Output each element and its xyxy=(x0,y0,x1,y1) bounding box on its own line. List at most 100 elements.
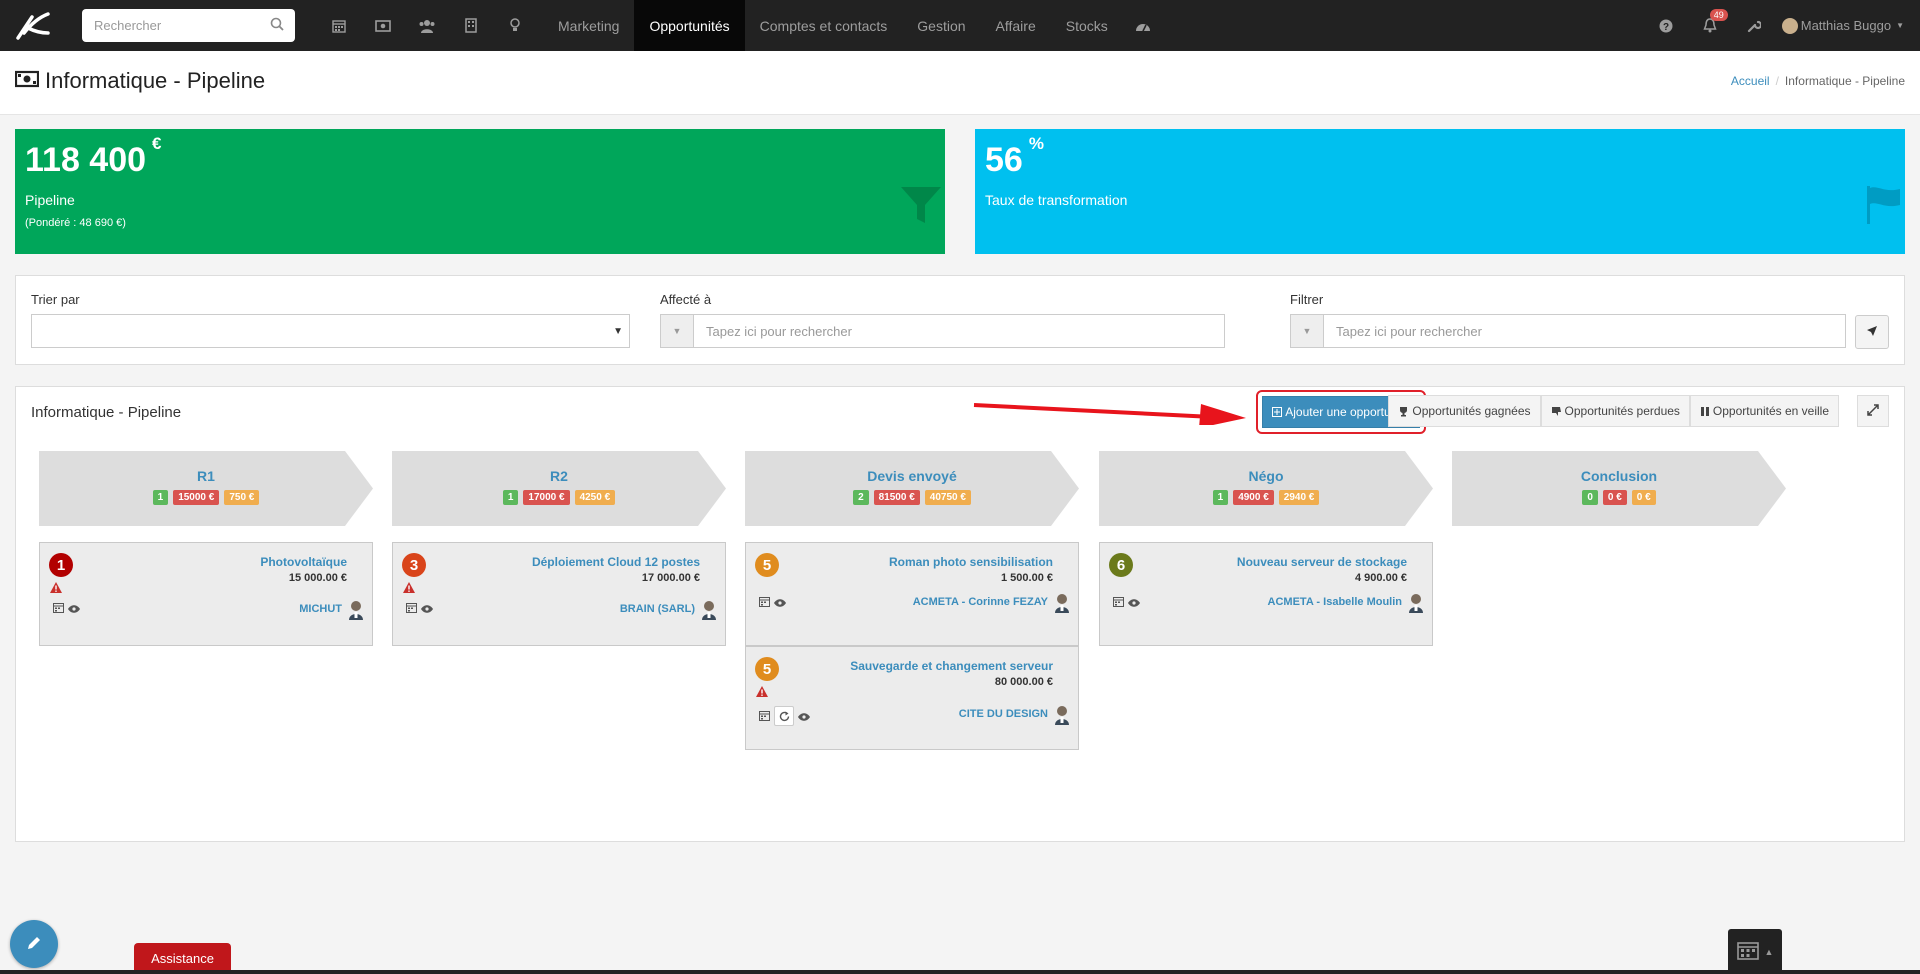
lightbulb-icon[interactable] xyxy=(493,0,537,51)
sort-select[interactable]: ▼ xyxy=(31,314,630,348)
calendar-icon[interactable] xyxy=(317,0,361,51)
nav-link-opportunites[interactable]: Opportunités xyxy=(634,0,745,51)
money-icon[interactable] xyxy=(361,0,405,51)
stage-badges: 1 15000 € 750 € xyxy=(39,490,373,505)
calendar-icon[interactable] xyxy=(759,709,770,724)
wrench-icon[interactable] xyxy=(1732,0,1776,51)
opportunity-title[interactable]: Sauvegarde et changement serveur xyxy=(850,659,1053,673)
opportunity-card[interactable]: 5 Roman photo sensibilisation 1 500.00 €… xyxy=(745,542,1079,646)
opportunity-title[interactable]: Nouveau serveur de stockage xyxy=(1237,555,1407,569)
stage-amount-badge: 0 € xyxy=(1602,490,1627,505)
opportunity-filter-buttons: Opportunités gagnées Opportunités perdue… xyxy=(1388,395,1839,427)
edit-fab-button[interactable] xyxy=(10,920,58,968)
assigned-search-input[interactable]: Tapez ici pour rechercher xyxy=(694,314,1225,348)
expand-button[interactable] xyxy=(1857,395,1889,427)
filter-label: Filtrer xyxy=(1290,292,1324,307)
stage-count-badge: 1 xyxy=(1212,490,1229,505)
breadcrumb-current: Informatique - Pipeline xyxy=(1784,74,1905,88)
opportunity-title[interactable]: Roman photo sensibilisation xyxy=(889,555,1053,569)
stage-weighted-badge: 4250 € xyxy=(574,490,616,505)
opportunity-amount: 80 000.00 € xyxy=(994,676,1053,688)
eye-icon[interactable] xyxy=(774,595,786,610)
nav-link-gestion[interactable]: Gestion xyxy=(902,0,980,51)
eye-icon[interactable] xyxy=(1128,595,1140,610)
stage-badges: 2 81500 € 40750 € xyxy=(745,490,1079,505)
chevron-up-icon: ▲ xyxy=(1764,946,1774,957)
calendar-icon[interactable] xyxy=(406,601,417,616)
opportunity-card[interactable]: 1 Photovoltaïque 15 000.00 € MICHUT xyxy=(39,542,373,646)
calendar-icon xyxy=(1736,940,1759,963)
flag-icon xyxy=(1866,185,1902,228)
sort-label: Trier par xyxy=(31,292,80,307)
notification-count-badge: 49 xyxy=(1709,9,1728,21)
caret-down-icon: ▼ xyxy=(1896,21,1904,30)
lost-opportunities-button[interactable]: Opportunités perdues xyxy=(1540,395,1690,427)
stage-badges: 1 17000 € 4250 € xyxy=(392,490,726,505)
help-icon[interactable]: ? xyxy=(1644,0,1688,51)
standby-opportunities-button[interactable]: Opportunités en veille xyxy=(1689,395,1839,427)
trophy-icon xyxy=(1400,406,1408,416)
stage-count-badge: 1 xyxy=(502,490,519,505)
building-icon[interactable] xyxy=(449,0,493,51)
page-header: Informatique - Pipeline Accueil / Informat… xyxy=(0,51,1920,115)
global-search[interactable] xyxy=(82,9,295,42)
person-icon xyxy=(1054,593,1070,613)
search-icon[interactable] xyxy=(270,17,284,34)
stage-count-badge: 2 xyxy=(853,490,869,505)
pipeline-stage-conclusion: Conclusion 0 0 € 0 € xyxy=(1452,451,1788,526)
refresh-icon[interactable] xyxy=(774,706,794,726)
opportunity-number: 3 xyxy=(402,553,426,577)
eye-icon[interactable] xyxy=(421,601,433,616)
app-logo[interactable] xyxy=(0,0,66,51)
filter-search-input[interactable]: Tapez ici pour rechercher xyxy=(1324,314,1846,348)
user-name: Matthias Buggo xyxy=(1800,18,1892,33)
filter-dropdown-toggle[interactable]: ▼ xyxy=(1290,314,1324,348)
opportunity-title[interactable]: Photovoltaïque xyxy=(260,555,347,569)
warning-icon xyxy=(50,581,62,596)
won-opportunities-button[interactable]: Opportunités gagnées xyxy=(1388,395,1541,427)
opportunity-amount: 1 500.00 € xyxy=(1001,572,1053,584)
users-icon[interactable] xyxy=(405,0,449,51)
pipeline-stage-r2: R2 1 17000 € 4250 € xyxy=(392,451,728,526)
calendar-icon[interactable] xyxy=(1113,595,1124,610)
pipeline-stage-nego: Négo 1 4900 € 2940 € xyxy=(1099,451,1435,526)
apply-filter-button[interactable] xyxy=(1855,315,1889,349)
opportunity-number: 5 xyxy=(755,657,779,681)
breadcrumb: Accueil / Informatique - Pipeline xyxy=(1730,74,1905,88)
calendar-widget[interactable]: ▲ xyxy=(1728,929,1782,974)
search-input[interactable] xyxy=(94,18,270,33)
opportunity-card[interactable]: 5 Sauvegarde et changement serveur 80 00… xyxy=(745,646,1079,750)
nav-link-affaire[interactable]: Affaire xyxy=(981,0,1051,51)
notifications-icon[interactable]: 49 xyxy=(1688,0,1732,51)
opportunity-contact[interactable]: BRAIN (SARL) xyxy=(620,603,695,615)
user-menu[interactable]: Matthias Buggo ▼ xyxy=(1776,17,1920,34)
opportunity-title[interactable]: Déploiement Cloud 12 postes xyxy=(532,555,700,569)
dashboard-icon[interactable] xyxy=(1123,0,1163,51)
funnel-icon xyxy=(900,185,942,228)
stage-name: Devis envoyé xyxy=(867,468,957,484)
pipeline-stage-devis-envoye: Devis envoyé 2 81500 € 40750 € xyxy=(745,451,1081,526)
opportunity-contact[interactable]: MICHUT xyxy=(299,603,342,615)
opportunity-card[interactable]: 3 Déploiement Cloud 12 postes 17 000.00 … xyxy=(392,542,726,646)
calendar-icon[interactable] xyxy=(759,595,770,610)
stage-name: Conclusion xyxy=(1580,468,1658,484)
calendar-icon[interactable] xyxy=(53,601,64,616)
filter-panel: Trier par ▼ Affecté à ▼ Tapez ici pour r… xyxy=(15,275,1905,365)
assigned-dropdown-toggle[interactable]: ▼ xyxy=(660,314,694,348)
money-icon xyxy=(14,68,40,94)
eye-icon[interactable] xyxy=(798,709,810,724)
nav-link-marketing[interactable]: Marketing xyxy=(543,0,634,51)
pipeline-stage-r1: R1 1 15000 € 750 € xyxy=(39,451,375,526)
eye-icon[interactable] xyxy=(68,601,80,616)
opportunity-card[interactable]: 6 Nouveau serveur de stockage 4 900.00 €… xyxy=(1099,542,1433,646)
opportunity-contact[interactable]: CITE DU DESIGN xyxy=(959,708,1048,720)
stage-weighted-badge: 0 € xyxy=(1631,490,1656,505)
rocket-icon xyxy=(1866,325,1878,340)
breadcrumb-home[interactable]: Accueil xyxy=(1731,74,1770,88)
nav-link-comptes-contacts[interactable]: Comptes et contacts xyxy=(745,0,903,51)
card-actions xyxy=(759,595,786,610)
card-actions xyxy=(759,706,810,726)
nav-link-stocks[interactable]: Stocks xyxy=(1051,0,1123,51)
opportunity-contact[interactable]: ACMETA - Corinne FEZAY xyxy=(913,596,1048,608)
opportunity-contact[interactable]: ACMETA - Isabelle Moulin xyxy=(1268,596,1402,608)
